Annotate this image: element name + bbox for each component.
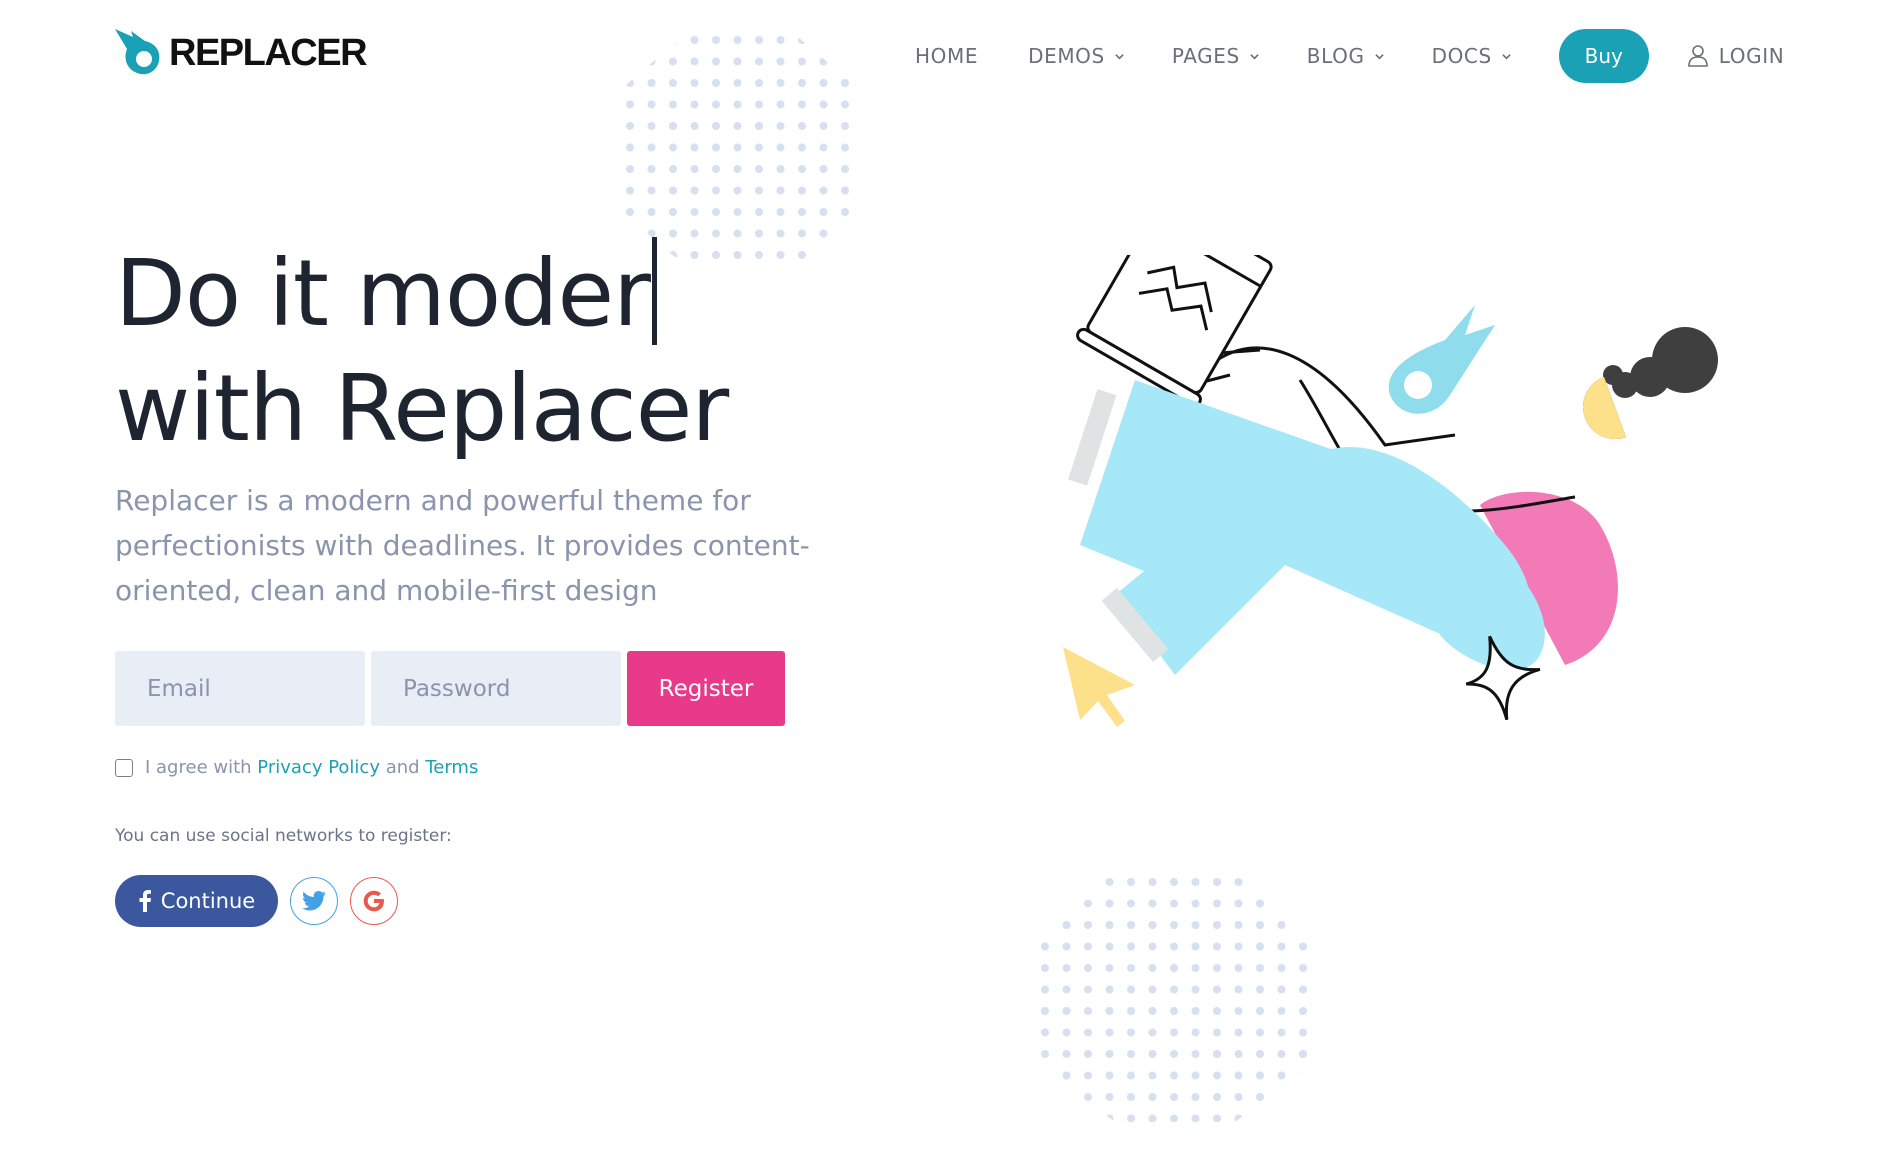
logo[interactable]: REPLACER (115, 27, 368, 79)
facebook-icon (139, 890, 151, 912)
cursor-arrow-icon (1063, 647, 1135, 727)
logo-comet-icon (115, 29, 160, 75)
hero-subtitle: Replacer is a modern and powerful theme … (115, 484, 810, 607)
headline-line-2: with Replacer (115, 355, 729, 462)
laptop-icon (1076, 255, 1273, 407)
nav-home-label: HOME (915, 44, 979, 68)
chevron-down-icon (1250, 53, 1259, 59)
privacy-policy-link[interactable]: Privacy Policy (257, 757, 380, 778)
twitter-icon (302, 891, 326, 911)
login-label: LOGIN (1718, 44, 1785, 68)
login-link[interactable]: LOGIN (1687, 44, 1785, 68)
chevron-down-icon (1115, 53, 1124, 59)
register-form: Register (115, 651, 785, 726)
email-field[interactable] (115, 651, 365, 726)
nav-blog-label: BLOG (1306, 44, 1365, 68)
chevron-down-icon (1374, 53, 1384, 59)
agree-checkbox[interactable] (115, 758, 133, 777)
google-icon (363, 890, 384, 912)
nav-blog[interactable]: BLOG (1307, 44, 1384, 68)
agree-prefix: I agree with (145, 757, 252, 778)
terms-link[interactable]: Terms (425, 757, 478, 778)
google-button[interactable] (350, 877, 398, 925)
nav-demos-label: DEMOS (1028, 44, 1105, 68)
twitter-button[interactable] (290, 877, 338, 925)
comet-icon (1388, 305, 1495, 414)
facebook-continue-button[interactable]: Continue (115, 875, 278, 927)
nav-docs[interactable]: DOCS (1432, 44, 1511, 68)
main-nav: HOME DEMOS PAGES BLOG DOCS Buy LOGIN (915, 28, 1784, 84)
register-button[interactable]: Register (627, 651, 785, 726)
nav-home[interactable]: HOME (915, 44, 978, 68)
nav-docs-label: DOCS (1431, 44, 1492, 68)
hero-headline: Do it moder with Replacer (115, 236, 729, 466)
dot-pattern-top (620, 30, 860, 270)
nav-demos[interactable]: DEMOS (1028, 44, 1124, 68)
hair-shape (1603, 327, 1718, 398)
hero-illustration (1063, 255, 1718, 727)
agree-row: I agree with Privacy Policy and Terms (115, 757, 478, 778)
agree-and: and (385, 757, 420, 778)
logo-text: REPLACER (169, 32, 368, 74)
nav-pages[interactable]: PAGES (1172, 44, 1259, 68)
headline-line-1: Do it moder (115, 240, 651, 347)
chevron-down-icon (1502, 53, 1511, 59)
social-note: You can use social networks to register: (115, 826, 452, 846)
facebook-label: Continue (160, 889, 256, 913)
buy-button[interactable]: Buy (1558, 29, 1649, 83)
typing-caret (651, 237, 657, 345)
password-field[interactable] (371, 651, 621, 726)
nav-pages-label: PAGES (1171, 44, 1240, 68)
social-buttons: Continue (115, 875, 410, 927)
user-icon (1687, 45, 1708, 67)
